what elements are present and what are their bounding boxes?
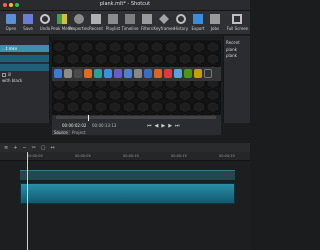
recent-title: Recent xyxy=(226,40,240,45)
right-panel: Recent plank plank xyxy=(223,36,250,123)
timeline-icon xyxy=(125,14,135,24)
playhead[interactable] xyxy=(27,152,28,250)
app-icon xyxy=(74,69,82,78)
jobs-button[interactable]: Jobs xyxy=(204,13,226,34)
dock-bar xyxy=(52,67,221,81)
recent-icon xyxy=(91,14,101,24)
total-timecode: 00:00:13:13 xyxy=(92,123,117,128)
app-icon xyxy=(114,69,122,78)
list-item[interactable] xyxy=(0,64,49,71)
app-icon xyxy=(194,69,202,78)
close-icon[interactable] xyxy=(3,3,7,7)
full-screen-button[interactable]: Full Screen xyxy=(225,13,250,34)
export-icon xyxy=(193,14,203,24)
timeline-ruler[interactable]: 00:00:00 00:00:05 00:00:10 00:00:15 00:0… xyxy=(0,152,250,161)
title-bar: plank.mlt* - Shotcut xyxy=(0,0,250,11)
scrubber[interactable] xyxy=(56,116,216,119)
save-icon xyxy=(23,14,33,24)
properties-icon xyxy=(74,14,84,24)
sub-label: with black xyxy=(2,78,23,83)
terminal-icon xyxy=(204,69,212,78)
keyframes-icon xyxy=(159,14,169,24)
filters-icon xyxy=(142,14,152,24)
selected-item-label: ...t.mkv xyxy=(2,46,18,51)
transport-bar: 00:00:02:02 00:00:13:13 ⏮◀▶▶⏭ Source Pro… xyxy=(52,115,221,135)
audio-clip[interactable] xyxy=(20,170,235,180)
app-icon xyxy=(134,69,142,78)
main-toolbar: Open Save Undo Peak Meter Properties Rec… xyxy=(0,11,250,35)
tab-source[interactable]: Source xyxy=(52,130,70,135)
checkbox[interactable] xyxy=(2,73,6,77)
timeline-tools[interactable]: ≡+−✂▢↔ xyxy=(4,145,60,151)
minimize-icon[interactable] xyxy=(9,3,13,7)
ruler-tick: 00:00:00 xyxy=(27,154,43,158)
playback-controls[interactable]: ⏮◀▶▶⏭ xyxy=(147,123,183,129)
peak-meter-icon xyxy=(57,14,67,24)
undo-icon xyxy=(40,14,50,24)
jobs-label: Jobs xyxy=(210,26,220,31)
ruler-tick: 00:00:15 xyxy=(171,154,187,158)
list-item[interactable] xyxy=(0,55,49,62)
app-icon xyxy=(84,69,92,78)
history-icon xyxy=(176,14,186,24)
app-icon xyxy=(94,69,102,78)
app-icon xyxy=(174,69,182,78)
app-icon xyxy=(124,69,132,78)
ruler-tick: 00:00:20 xyxy=(219,154,235,158)
window-title: plank.mlt* - Shotcut xyxy=(99,1,151,7)
full-screen-label: Full Screen xyxy=(226,26,249,31)
app-icon xyxy=(144,69,152,78)
full-screen-icon xyxy=(232,14,242,24)
app-icon xyxy=(184,69,192,78)
app-icon xyxy=(104,69,112,78)
zoom-icon[interactable] xyxy=(15,3,19,7)
current-timecode[interactable]: 00:00:02:02 xyxy=(62,123,86,128)
jobs-icon xyxy=(210,14,220,24)
video-clip[interactable] xyxy=(20,183,235,204)
ruler-tick: 00:00:10 xyxy=(123,154,139,158)
recent-item[interactable]: plank xyxy=(226,47,237,52)
left-panel: ...t.mkv ill with black xyxy=(0,36,50,123)
recent-item[interactable]: plank xyxy=(226,53,237,58)
ruler-tick: 00:00:05 xyxy=(75,154,91,158)
checkbox-label: ill xyxy=(8,72,12,77)
timeline-toolbar: ≡+−✂▢↔ xyxy=(0,143,250,152)
finder-icon xyxy=(54,69,62,78)
settings-icon xyxy=(64,69,72,78)
folder-icon xyxy=(6,14,16,24)
app-icon xyxy=(154,69,162,78)
app-icon xyxy=(164,69,172,78)
scrubber-head[interactable] xyxy=(88,115,89,121)
tab-project[interactable]: Project xyxy=(72,130,86,135)
playlist-icon xyxy=(108,14,118,24)
selected-item[interactable]: ...t.mkv xyxy=(0,45,49,52)
